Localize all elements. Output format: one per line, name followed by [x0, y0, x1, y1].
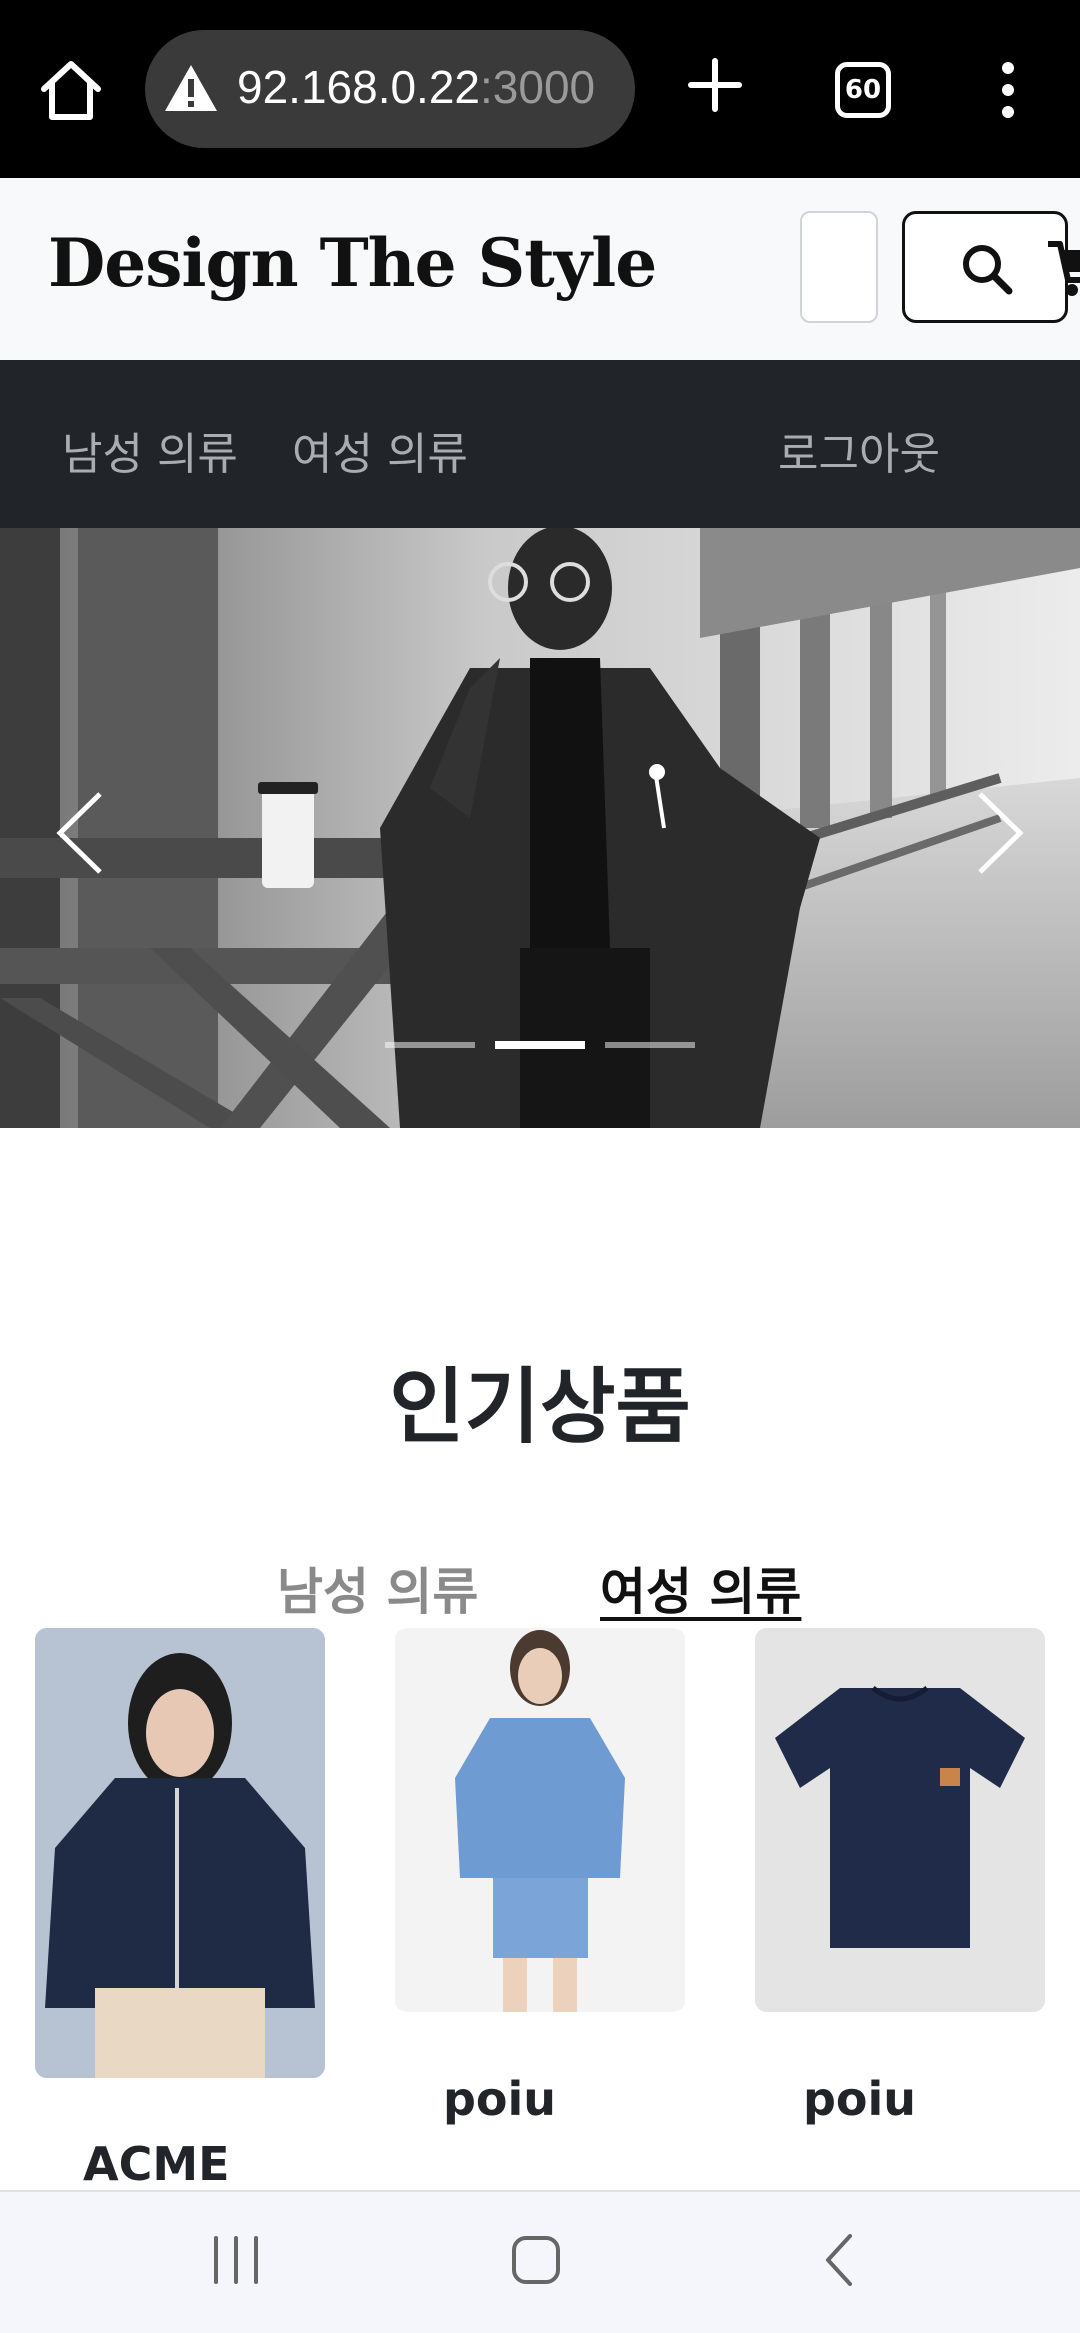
nav-women-clothing[interactable]: 여성 의류: [292, 418, 468, 482]
carousel-slide-image: [0, 528, 1080, 1128]
carousel-indicators: [385, 1041, 695, 1052]
url-host: 92.168.0.22: [237, 61, 481, 113]
product-image[interactable]: [35, 1628, 325, 2078]
product-image[interactable]: [755, 1628, 1045, 2012]
nav-logout[interactable]: 로그아웃: [778, 418, 940, 482]
product-name[interactable]: poiu: [803, 2072, 916, 2126]
home-icon[interactable]: [36, 55, 106, 125]
section-title: 인기상품: [389, 1360, 691, 1455]
nav-men-clothing[interactable]: 남성 의류: [62, 418, 238, 482]
search-button[interactable]: [902, 211, 1068, 323]
warning-icon: [165, 65, 217, 111]
browser-toolbar: 92.168.0.22:3000 60: [0, 0, 1080, 178]
address-bar[interactable]: 92.168.0.22:3000: [145, 30, 635, 148]
url-port: :3000: [480, 61, 596, 113]
search-icon: [963, 245, 1013, 295]
search-input[interactable]: [800, 211, 878, 323]
tab-men-clothing[interactable]: 남성 의류: [277, 1552, 478, 1624]
recent-apps-icon[interactable]: [208, 2230, 264, 2290]
tab-women-clothing[interactable]: 여성 의류: [600, 1552, 801, 1624]
more-options-icon[interactable]: [990, 60, 1026, 120]
brand-logo[interactable]: Design The Style: [48, 224, 657, 302]
url-text: 92.168.0.22:3000: [237, 60, 595, 114]
tab-count-button[interactable]: 60: [835, 62, 891, 118]
carousel-indicator-2[interactable]: [495, 1041, 585, 1049]
carousel-next-icon[interactable]: [970, 788, 1030, 878]
carousel-indicator-1[interactable]: [385, 1042, 475, 1048]
new-tab-icon[interactable]: [685, 55, 745, 115]
product-image[interactable]: [395, 1628, 685, 2012]
product-name[interactable]: ACME: [83, 2137, 230, 2191]
hero-carousel: [0, 528, 1080, 1128]
system-navigation-bar: [0, 2190, 1080, 2333]
back-icon[interactable]: [820, 2230, 860, 2290]
main-navbar: 남성 의류 여성 의류 로그아웃: [0, 360, 1080, 528]
site-header: Design The Style: [0, 178, 1080, 360]
product-name[interactable]: poiu: [443, 2072, 556, 2126]
home-nav-icon[interactable]: [508, 2230, 568, 2290]
carousel-prev-icon[interactable]: [50, 788, 110, 878]
cart-icon[interactable]: [1046, 230, 1080, 300]
carousel-indicator-3[interactable]: [605, 1042, 695, 1048]
